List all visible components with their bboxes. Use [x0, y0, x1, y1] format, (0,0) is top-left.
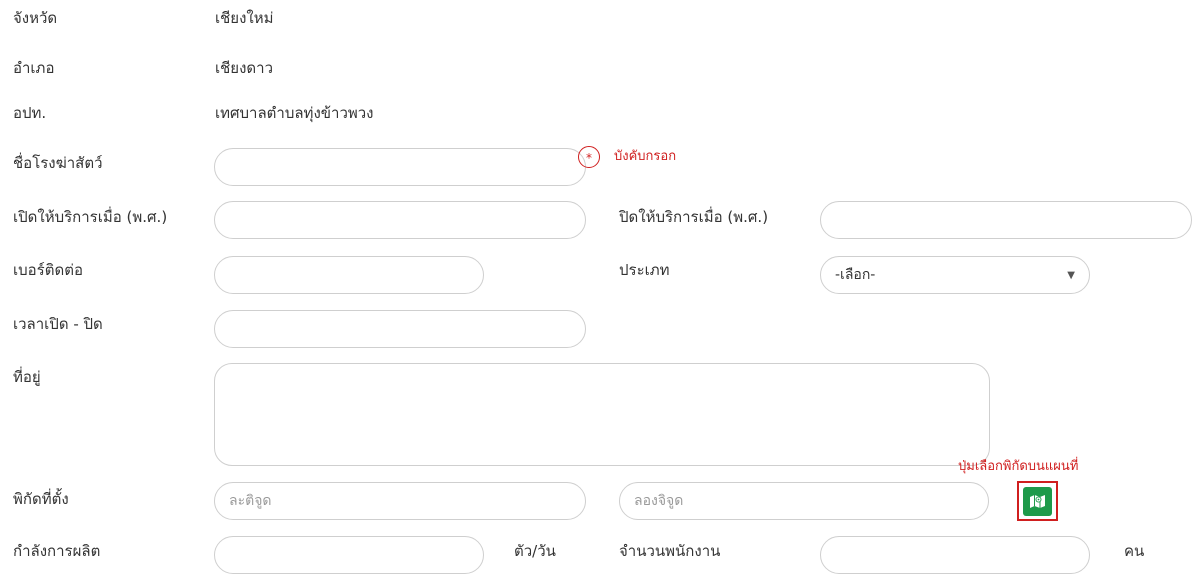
latitude-input[interactable]	[214, 482, 586, 520]
address-textarea[interactable]	[214, 363, 990, 466]
lao-label: อปท.	[13, 104, 47, 122]
map-marker-icon	[1030, 495, 1045, 508]
hours-input[interactable]	[214, 310, 586, 348]
type-select[interactable]: -เลือก- ▼	[820, 256, 1090, 294]
phone-input[interactable]	[214, 256, 484, 294]
open-year-input[interactable]	[214, 201, 586, 239]
slaughterhouse-name-input[interactable]	[214, 148, 586, 186]
required-note: บังคับกรอก	[614, 149, 677, 164]
close-year-input[interactable]	[820, 201, 1192, 239]
map-picker-button[interactable]	[1023, 486, 1052, 516]
address-label: ที่อยู่	[13, 368, 41, 386]
type-select-value: -เลือก-	[835, 267, 876, 283]
province-label: จังหวัด	[13, 9, 58, 27]
slaughterhouse-name-label: ชื่อโรงฆ่าสัตว์	[13, 154, 103, 172]
capacity-label: กำลังการผลิต	[13, 542, 101, 560]
capacity-input[interactable]	[214, 536, 484, 574]
staff-input[interactable]	[820, 536, 1090, 574]
location-label: พิกัดที่ตั้ง	[13, 490, 69, 508]
type-label: ประเภท	[619, 261, 670, 279]
longitude-input[interactable]	[619, 482, 989, 520]
lao-value: เทศบาลตำบลทุ่งข้าวพวง	[215, 104, 374, 122]
caret-down-icon: ▼	[1067, 269, 1075, 281]
map-button-highlight	[1017, 481, 1058, 521]
open-year-label: เปิดให้บริการเมื่อ (พ.ศ.)	[13, 208, 168, 226]
phone-label: เบอร์ติดต่อ	[13, 261, 83, 279]
district-label: อำเภอ	[13, 59, 55, 77]
province-value: เชียงใหม่	[215, 9, 274, 27]
map-button-note: ปุ่มเลือกพิกัดบนแผนที่	[958, 459, 1079, 474]
district-value: เชียงดาว	[215, 59, 274, 77]
hours-label: เวลาเปิด - ปิด	[13, 315, 103, 333]
staff-label: จำนวนพนักงาน	[619, 542, 721, 560]
required-asterisk-icon: *	[578, 146, 600, 168]
capacity-unit: ตัว/วัน	[514, 542, 556, 560]
close-year-label: ปิดให้บริการเมื่อ (พ.ศ.)	[619, 208, 769, 226]
staff-unit: คน	[1124, 542, 1145, 560]
